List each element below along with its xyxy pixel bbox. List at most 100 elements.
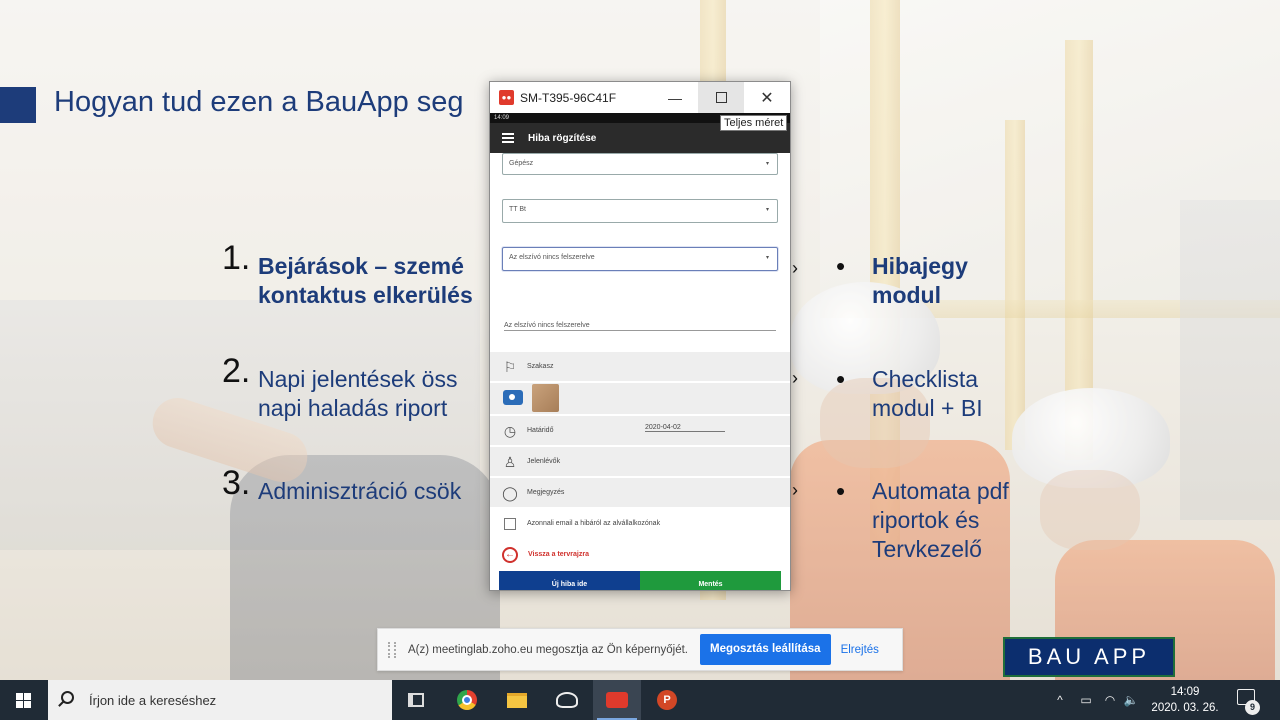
- photo-row[interactable]: [490, 383, 790, 415]
- maximize-button[interactable]: [698, 82, 744, 113]
- photo-thumbnail[interactable]: [532, 384, 559, 412]
- back-to-plan-label: Vissza a tervrajzra: [528, 551, 589, 558]
- task-view-button[interactable]: [392, 680, 440, 720]
- form-button-bar: Új hiba ide Mentés: [499, 571, 781, 590]
- issue-form: Gépész ▾ TT Bt ▾ Az elszívó nincs felsze…: [490, 153, 790, 590]
- window-titlebar[interactable]: ●● SM-T395-96C41F — ✕: [490, 82, 790, 113]
- folder-icon: [507, 692, 527, 708]
- flag-icon: ⚐: [503, 359, 517, 375]
- windows-logo-icon: [16, 693, 32, 708]
- deadline-date-field[interactable]: 2020-04-02: [645, 424, 725, 432]
- back-to-plan-row[interactable]: ← Vissza a tervrajzra: [490, 540, 790, 570]
- attendees-row[interactable]: ♙ Jelenlévők: [490, 447, 790, 477]
- bullet-text: Tervkezelő: [872, 536, 982, 562]
- bullet-text: Checklista: [872, 366, 979, 392]
- list-number: 2.: [222, 352, 251, 390]
- taskbar-search[interactable]: Írjon ide a kereséshez: [48, 680, 392, 720]
- chevron-down-icon: ▾: [765, 161, 769, 167]
- list-text: kontaktus elkerülés: [258, 282, 473, 308]
- arrow-icon: ›: [792, 480, 798, 500]
- deadline-label: Határidő: [527, 427, 554, 434]
- person-icon: ♙: [503, 454, 517, 470]
- bauapp-logo-text: BAU APP: [1005, 639, 1173, 675]
- drag-handle-icon[interactable]: [388, 641, 396, 658]
- deadline-row[interactable]: ◷ Határidő 2020-04-02: [490, 416, 790, 446]
- bullet-text: Automata pdf: [872, 478, 1009, 504]
- slide-title: Hogyan tud ezen a BauApp seg: [54, 86, 464, 118]
- search-icon: [61, 691, 74, 704]
- subcontractor-dropdown-value: TT Bt: [509, 206, 526, 213]
- attendees-label: Jelenlévők: [527, 458, 561, 465]
- clock-time: 14:09: [1170, 686, 1200, 698]
- chevron-down-icon: ▾: [765, 207, 769, 213]
- list-item-3: 3. Adminisztráció csök: [222, 466, 492, 517]
- taskbar-clock[interactable]: 14:09 2020. 03. 26.: [1140, 684, 1230, 716]
- tray-overflow-icon[interactable]: ^: [1050, 680, 1070, 720]
- arrow-icon: ›: [792, 368, 798, 388]
- close-button[interactable]: ✕: [744, 82, 790, 113]
- list-text: napi haladás riport: [258, 395, 448, 421]
- subcontractor-dropdown[interactable]: TT Bt ▾: [502, 199, 778, 223]
- email-row[interactable]: Azonnali email a hibáról az alvállalkozó…: [490, 509, 790, 539]
- bullet-dot: •: [836, 364, 846, 394]
- bullet-text: modul + BI: [872, 395, 983, 421]
- wifi-icon[interactable]: ◠: [1098, 680, 1122, 720]
- back-arrow-icon: ←: [502, 547, 518, 563]
- trade-dropdown-value: Gépész: [509, 160, 534, 167]
- comment-row[interactable]: ◯ Megjegyzés: [490, 478, 790, 508]
- section-label: Szakasz: [527, 363, 554, 370]
- windows-taskbar: Írjon ide a kereséshez P ^ ▭ ◠ 🔈 14:09 2…: [0, 680, 1280, 720]
- issue-type-dropdown[interactable]: Az elszívó nincs felszerelve ▾: [502, 247, 778, 271]
- bauapp-logo: BAU APP: [1003, 637, 1175, 677]
- arrow-icon: ›: [792, 258, 798, 278]
- save-button[interactable]: Mentés: [640, 571, 781, 590]
- start-button[interactable]: [0, 680, 48, 720]
- list-item-2: 2. Napi jelentések öss napi haladás ripo…: [222, 354, 492, 425]
- description-field[interactable]: Az elszívó nincs felszerelve: [504, 322, 776, 331]
- menu-icon[interactable]: [502, 131, 514, 145]
- bullet-item-3: • Automata pdf riportok és Tervkezelő: [836, 477, 1056, 567]
- chrome-taskbar-button[interactable]: [443, 680, 491, 720]
- network-icon[interactable]: ▭: [1074, 680, 1098, 720]
- mirror-app-icon: [606, 692, 628, 708]
- window-title: SM-T395-96C41F: [520, 90, 617, 105]
- email-label: Azonnali email a hibáról az alvállalkozó…: [527, 520, 661, 527]
- list-text: Adminisztráció csök: [258, 478, 462, 504]
- search-placeholder: Írjon ide a kereséshez: [89, 693, 217, 708]
- title-accent-square: [0, 87, 36, 123]
- share-message: A(z) meetinglab.zoho.eu megosztja az Ön …: [408, 643, 688, 656]
- list-number: 1.: [222, 239, 251, 277]
- maximize-tooltip: Teljes méret: [720, 115, 788, 131]
- notification-count-badge: 9: [1245, 700, 1260, 715]
- list-number: 3.: [222, 464, 251, 502]
- comment-icon: ◯: [502, 485, 518, 501]
- screen-share-banner: A(z) meetinglab.zoho.eu megosztja az Ön …: [377, 628, 903, 671]
- app-logo-icon: ●●: [499, 90, 514, 105]
- minimize-button[interactable]: —: [652, 82, 698, 113]
- bullet-text: Hibajegy: [872, 253, 968, 279]
- chevron-down-icon: ▾: [765, 255, 769, 261]
- list-text: Napi jelentések öss: [258, 366, 458, 392]
- bullet-dot: •: [836, 476, 846, 506]
- camera-icon[interactable]: [503, 390, 523, 405]
- bullet-item-1: • Hibajegy modul: [836, 252, 1036, 312]
- app-taskbar-button[interactable]: [543, 680, 591, 720]
- app-toolbar-title: Hiba rögzítése: [528, 132, 597, 144]
- clock-date: 2020. 03. 26.: [1151, 702, 1219, 714]
- device-mirror-window[interactable]: ●● SM-T395-96C41F — ✕ Teljes méret 14:09…: [489, 81, 791, 591]
- mirror-app-taskbar-button[interactable]: [593, 680, 641, 720]
- list-text: Bejárások – szemé: [258, 253, 464, 279]
- section-row[interactable]: ⚐ Szakasz: [490, 352, 790, 382]
- email-checkbox[interactable]: [504, 518, 516, 530]
- task-view-icon: [408, 693, 424, 707]
- comment-label: Megjegyzés: [527, 489, 565, 496]
- new-issue-button[interactable]: Új hiba ide: [499, 571, 640, 590]
- file-explorer-button[interactable]: [493, 680, 541, 720]
- powerpoint-taskbar-button[interactable]: P: [643, 680, 691, 720]
- issue-type-dropdown-value: Az elszívó nincs felszerelve: [509, 254, 595, 261]
- volume-icon[interactable]: 🔈: [1120, 680, 1142, 720]
- stop-sharing-button[interactable]: Megosztás leállítása: [699, 634, 831, 665]
- trade-dropdown[interactable]: Gépész ▾: [502, 153, 778, 175]
- hide-link[interactable]: Elrejtés: [841, 644, 879, 656]
- cloud-app-icon: [556, 692, 578, 708]
